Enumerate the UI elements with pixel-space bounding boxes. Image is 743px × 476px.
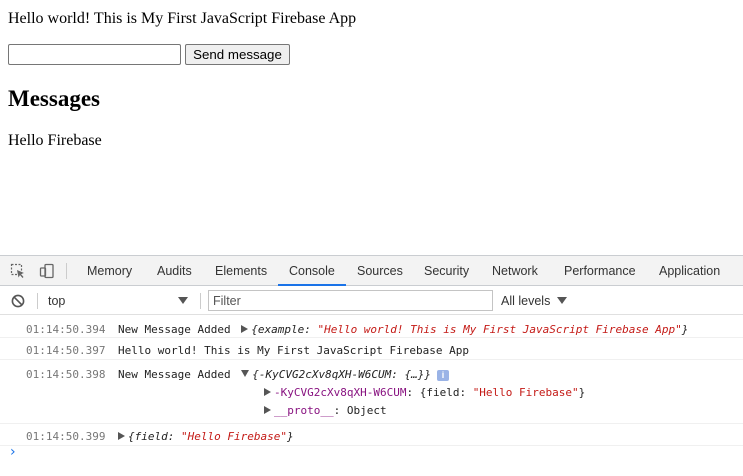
property-key: -KyCVG2cXv8qXH-W6CUM <box>274 386 407 399</box>
log-timestamp: 01:14:50.398 <box>26 368 106 381</box>
property-close: } <box>578 386 586 399</box>
log-levels-select[interactable]: All levels <box>501 293 550 309</box>
log-text: Hello world! This is My First JavaScript… <box>118 344 469 357</box>
info-icon[interactable]: i <box>437 370 450 381</box>
tab-performance[interactable]: Performance <box>564 256 636 286</box>
filterbar-divider <box>200 293 201 309</box>
expand-triangle-icon[interactable] <box>241 325 249 333</box>
inspect-element-icon[interactable] <box>10 263 26 279</box>
log-text: {field: "Hello Firebase"} <box>118 430 294 444</box>
chevron-down-icon[interactable] <box>178 297 188 304</box>
context-select[interactable]: top <box>48 293 65 309</box>
object-value: "Hello world! This is My First JavaScrip… <box>317 323 682 336</box>
property-key: __proto__ <box>274 404 334 417</box>
tab-elements[interactable]: Elements <box>215 256 267 286</box>
expand-triangle-icon[interactable] <box>264 388 271 396</box>
collapse-triangle-icon[interactable] <box>241 370 250 377</box>
console-message: 01:14:50.398 New Message Added {-KyCVG2c… <box>0 360 743 424</box>
tab-security[interactable]: Security <box>424 256 469 286</box>
object-close: } <box>286 430 294 443</box>
toolbar-divider <box>66 263 67 279</box>
devtools-tabbar: Memory Audits Elements Console Sources S… <box>0 256 743 286</box>
device-toolbar-icon[interactable] <box>39 263 55 279</box>
property-open: {field: <box>419 386 473 399</box>
log-prefix: New Message Added <box>118 323 231 336</box>
active-tab-indicator <box>278 284 346 286</box>
console-output: 01:14:50.394 New Message Added {example:… <box>0 316 743 476</box>
tab-application[interactable]: Application <box>659 256 720 286</box>
object-property[interactable]: __proto__: Object <box>264 404 387 418</box>
tab-sources[interactable]: Sources <box>357 256 403 286</box>
object-open[interactable]: {example: <box>251 323 317 336</box>
send-message-button[interactable]: Send message <box>185 44 290 65</box>
messages-heading: Messages <box>8 86 100 111</box>
tab-audits[interactable]: Audits <box>157 256 192 286</box>
console-filterbar: top All levels <box>0 287 743 315</box>
property-sep: : <box>333 404 347 417</box>
object-summary[interactable]: {-KyCVG2cXv8qXH-W6CUM: {…}} <box>252 368 431 381</box>
console-message: 01:14:50.394 New Message Added {example:… <box>0 316 743 338</box>
property-value: "Hello Firebase" <box>472 386 579 399</box>
expand-triangle-icon[interactable] <box>118 432 125 440</box>
property-sep: : <box>406 386 420 399</box>
web-page: Hello world! This is My First JavaScript… <box>0 0 743 255</box>
filter-input[interactable] <box>208 290 493 311</box>
filterbar-divider <box>37 293 38 309</box>
log-timestamp: 01:14:50.394 <box>26 323 106 336</box>
log-prefix: New Message Added <box>118 368 231 381</box>
log-timestamp: 01:14:50.399 <box>26 430 106 443</box>
object-property[interactable]: -KyCVG2cXv8qXH-W6CUM: {field: "Hello Fir… <box>264 386 585 400</box>
property-value: Object <box>346 404 387 417</box>
tab-console[interactable]: Console <box>289 256 335 286</box>
tab-memory[interactable]: Memory <box>87 256 132 286</box>
log-timestamp: 01:14:50.397 <box>26 344 106 357</box>
message-item: Hello Firebase <box>8 132 102 149</box>
object-value: "Hello Firebase" <box>180 430 287 443</box>
clear-console-icon[interactable] <box>10 293 26 309</box>
log-text: New Message Added {-KyCVG2cXv8qXH-W6CUM:… <box>118 368 450 382</box>
object-close: } <box>681 323 689 336</box>
expand-triangle-icon[interactable] <box>264 406 271 414</box>
object-open[interactable]: {field: <box>128 430 181 443</box>
console-message: 01:14:50.397 Hello world! This is My Fir… <box>0 338 743 360</box>
console-message: 01:14:50.399 {field: "Hello Firebase"} <box>0 424 743 446</box>
log-text: New Message Added {example: "Hello world… <box>118 323 688 337</box>
greeting-text: Hello world! This is My First JavaScript… <box>8 10 357 27</box>
chevron-down-icon[interactable] <box>557 297 567 304</box>
console-prompt-icon[interactable]: › <box>10 444 16 460</box>
tab-network[interactable]: Network <box>492 256 538 286</box>
message-input[interactable] <box>8 44 181 65</box>
devtools-panel: Memory Audits Elements Console Sources S… <box>0 255 743 476</box>
